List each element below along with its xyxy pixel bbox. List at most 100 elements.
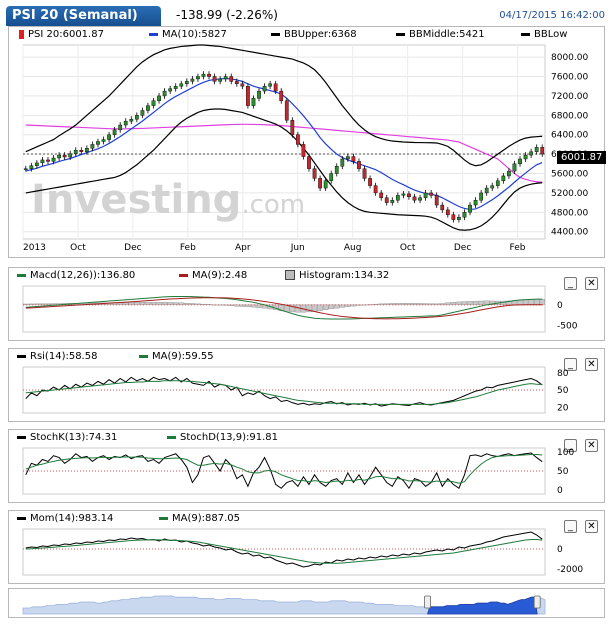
candle — [468, 204, 472, 213]
y-tick-label: 8000.00 — [551, 53, 588, 63]
candle — [407, 193, 411, 198]
macd-chart: 0 -500 — [22, 285, 578, 333]
candle — [140, 110, 145, 116]
candle — [173, 86, 178, 89]
x-tick-label: Oct — [400, 243, 416, 253]
candle — [312, 168, 317, 179]
candle — [412, 196, 417, 201]
histogram-bar — [156, 302, 162, 305]
candle — [390, 199, 395, 203]
candle — [123, 120, 128, 126]
candle — [84, 148, 89, 152]
chart-title: PSI 20 (Semanal) — [6, 6, 161, 26]
histogram-bar — [356, 304, 362, 306]
y-tick-label: 80 — [557, 369, 569, 379]
candle — [457, 216, 461, 220]
rsi-chart: 80 50 20 — [22, 366, 569, 414]
range-handle-right[interactable] — [533, 595, 541, 609]
candle — [512, 163, 517, 172]
histogram-bar — [328, 304, 334, 310]
candle — [434, 195, 439, 206]
candle — [329, 173, 334, 181]
candle — [218, 78, 223, 82]
histogram-bar — [134, 302, 140, 305]
candle — [212, 76, 217, 82]
candle — [290, 119, 295, 135]
candle — [273, 83, 278, 92]
histogram-bar — [395, 303, 401, 305]
candle — [134, 115, 139, 120]
candle — [384, 197, 389, 203]
candle — [284, 100, 289, 121]
y-tick-label: 100 — [557, 448, 574, 458]
x-tick-label: Feb — [510, 243, 526, 253]
histogram-bar — [467, 301, 473, 305]
navigator-panel[interactable] — [8, 588, 605, 618]
histogram-bar — [334, 304, 340, 309]
histogram-bar — [417, 303, 423, 305]
x-tick-label: Aug — [344, 243, 362, 253]
y-tick-label: 5200.00 — [551, 189, 588, 199]
histogram-bar — [23, 303, 29, 305]
candle — [190, 78, 195, 82]
candle — [184, 81, 189, 84]
candle — [323, 180, 328, 189]
candle — [157, 95, 161, 101]
x-tick-label: Dec — [454, 243, 471, 253]
stochastic-chart: 100 50 0 — [22, 447, 574, 496]
candle — [534, 147, 539, 152]
candle — [68, 153, 73, 158]
y-tick-label: 7600.00 — [551, 73, 588, 83]
price-change: -138.99 (-2.26%) — [176, 8, 278, 22]
candle — [223, 76, 228, 80]
x-tick-label: 2013 — [23, 243, 46, 253]
histogram-bar — [528, 299, 534, 305]
candle — [229, 76, 234, 82]
candle — [201, 73, 206, 77]
candle — [518, 158, 522, 165]
histogram-bar — [539, 299, 545, 305]
x-tick-label: Oct — [70, 243, 86, 253]
y-tick-label: 0 — [557, 301, 563, 311]
histogram-bar — [228, 304, 234, 306]
y-tick-label: 50 — [557, 467, 569, 477]
candle — [179, 83, 184, 87]
last-price-tag: 6001.87 — [557, 151, 607, 164]
x-tick-label: Feb — [180, 243, 196, 253]
candle — [29, 165, 34, 169]
range-handle-left[interactable] — [424, 595, 431, 609]
y-tick-label: 50 — [557, 386, 569, 396]
candle — [129, 119, 134, 122]
candle — [40, 159, 45, 164]
candle — [440, 204, 445, 211]
candle — [495, 180, 500, 186]
candle — [368, 178, 372, 186]
plot-area — [22, 528, 546, 576]
candle — [46, 159, 50, 162]
candle — [96, 141, 100, 145]
histogram-bar — [378, 303, 384, 305]
candle — [257, 90, 261, 99]
candle — [107, 134, 111, 140]
x-tick-label: Dec — [124, 243, 141, 253]
candle — [501, 175, 506, 181]
navigator-chart[interactable] — [9, 589, 604, 617]
candle — [23, 168, 28, 170]
candle — [462, 212, 467, 218]
candle — [35, 162, 39, 166]
y-tick-label: 0 — [557, 486, 563, 496]
candle — [479, 192, 484, 201]
candle — [423, 192, 428, 198]
candle — [301, 144, 306, 157]
momentum-panel: Mom(14):983.14 MA(9):887.05 _ ✕ 0 -2000 — [8, 510, 605, 584]
candle — [395, 195, 400, 201]
x-tick-label: Jun — [290, 243, 305, 253]
y-tick-label: -2000 — [557, 565, 583, 575]
candle — [118, 124, 123, 131]
y-tick-label: 5600.00 — [551, 170, 588, 180]
histogram-bar — [245, 304, 251, 308]
candle — [279, 90, 284, 101]
rsi-panel: Rsi(14):58.58 MA(9):59.55 _ ✕ 80 50 20 — [8, 348, 605, 422]
candle — [490, 185, 495, 189]
y-tick-label: 20 — [557, 403, 569, 413]
